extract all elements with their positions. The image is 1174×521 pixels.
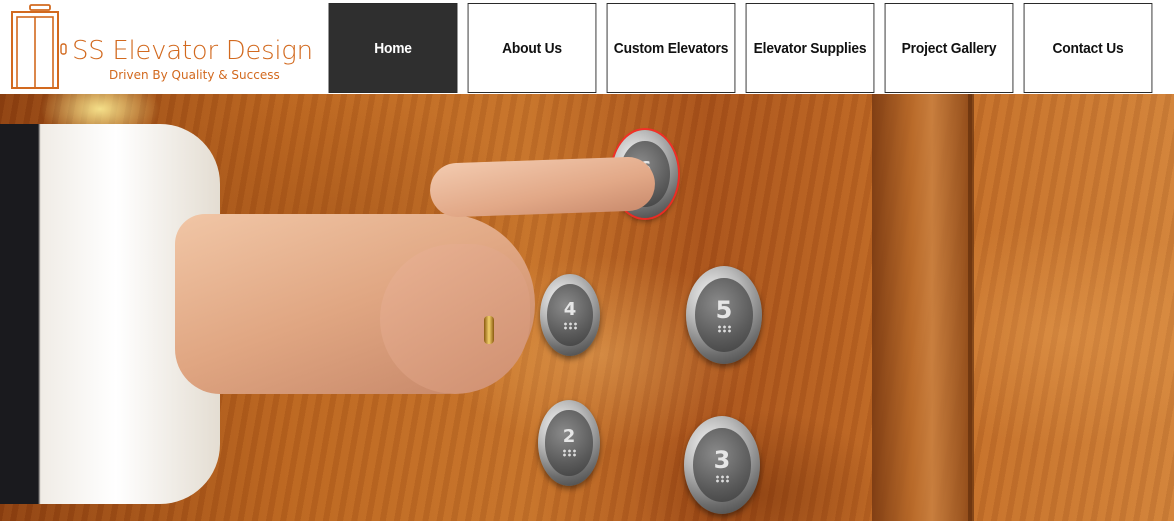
floor-button-4: 4 <box>540 274 600 356</box>
floor-button-2: 2 <box>538 400 600 486</box>
braille-dots <box>563 321 577 330</box>
braille-dots <box>717 324 731 333</box>
wood-pillar <box>872 94 972 521</box>
braille-dots <box>561 449 576 458</box>
nav-item-elevator-supplies[interactable]: Elevator Supplies <box>745 3 875 93</box>
nav-item-home[interactable]: Home <box>328 3 458 93</box>
brand-tagline: Driven By Quality & Success <box>109 68 280 82</box>
site-header: SS Elevator Design Driven By Quality & S… <box>0 0 1174 94</box>
nav-item-about-us[interactable]: About Us <box>467 3 597 93</box>
nav-item-contact-us[interactable]: Contact Us <box>1023 3 1153 93</box>
floor-button-3: 3 <box>684 416 760 514</box>
main-navigation: Home About Us Custom Elevators Elevator … <box>323 3 1158 93</box>
wedding-ring <box>484 316 494 344</box>
floor-button-label: 3 <box>713 445 731 474</box>
floor-button-label: 2 <box>562 426 576 448</box>
nav-item-project-gallery[interactable]: Project Gallery <box>884 3 1014 93</box>
wood-pillar-edge <box>968 94 974 521</box>
hand-knuckles <box>380 244 530 394</box>
nav-item-custom-elevators[interactable]: Custom Elevators <box>606 3 736 93</box>
floor-button-5: 5 <box>686 266 762 364</box>
elevator-doors-icon <box>11 4 67 89</box>
pointing-finger <box>429 156 656 218</box>
site-logo[interactable]: SS Elevator Design Driven By Quality & S… <box>0 0 320 94</box>
floor-button-label: 5 <box>715 295 733 324</box>
floor-button-label: 4 <box>563 298 577 320</box>
braille-dots <box>715 474 729 483</box>
brand-name: SS Elevator Design <box>72 36 313 66</box>
hero-image: 6 4 5 2 3 <box>0 94 1174 521</box>
